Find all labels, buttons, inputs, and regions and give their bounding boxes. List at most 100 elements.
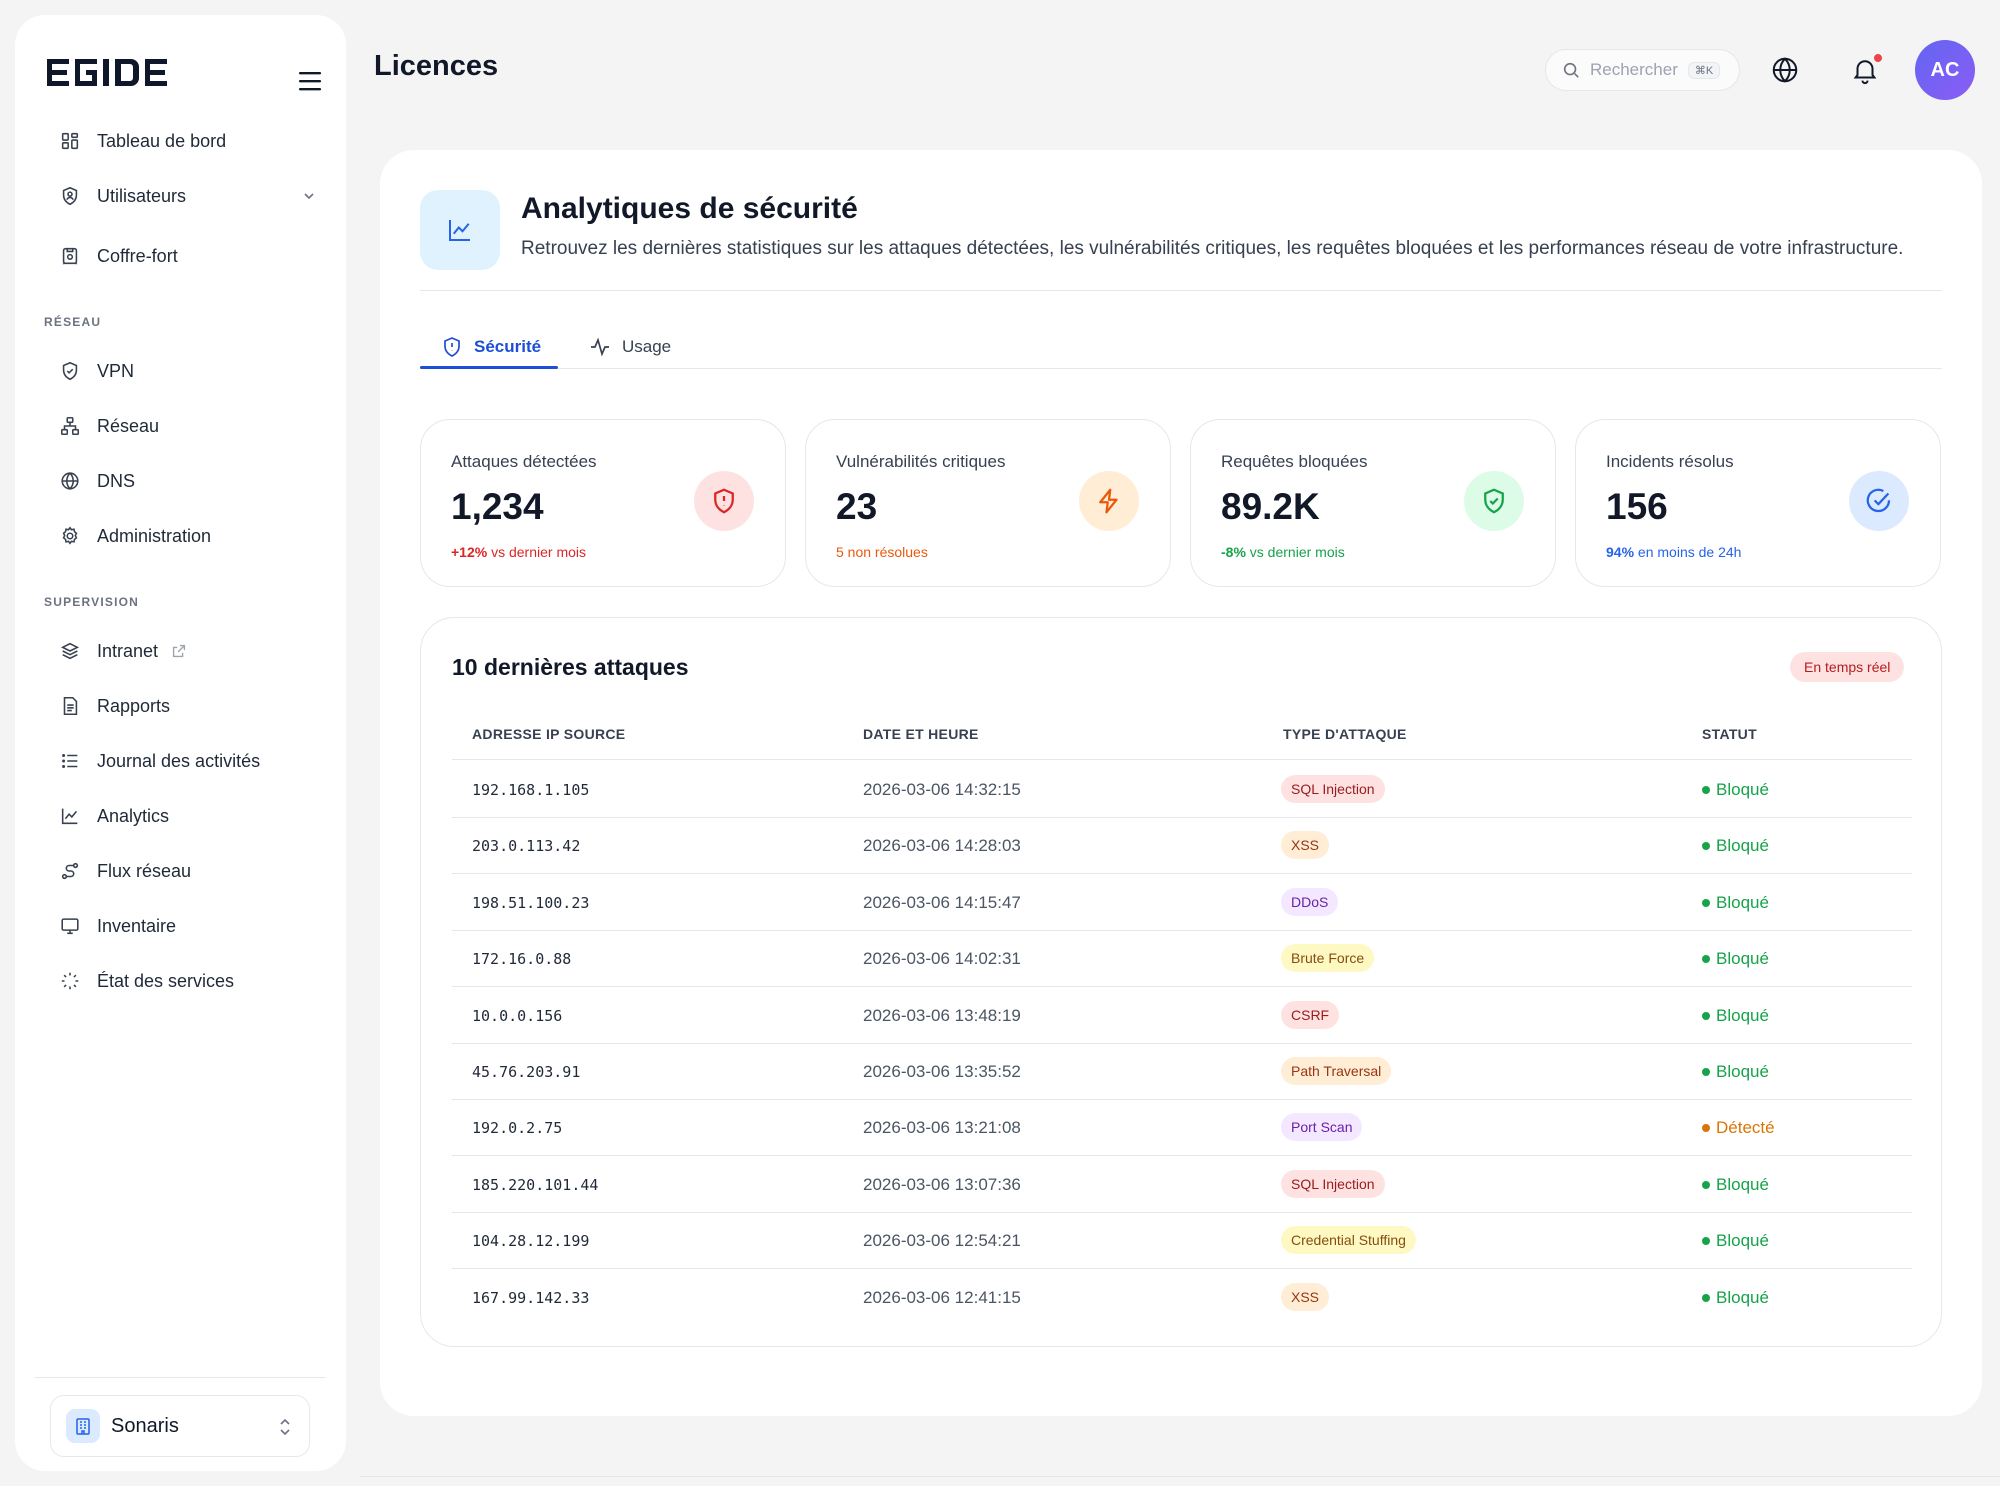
stat-label: Incidents résolus — [1606, 452, 1734, 471]
organization-switcher[interactable]: Sonaris — [50, 1395, 310, 1457]
attack-type-badge: SQL Injection — [1281, 775, 1385, 803]
sidebar-item-network-flow[interactable]: Flux réseau — [43, 849, 333, 893]
tab-security[interactable]: Sécurité — [440, 325, 541, 369]
stat-icon-badge — [1079, 471, 1139, 531]
live-badge: En temps réel — [1790, 652, 1905, 682]
table-row[interactable]: 198.51.100.23 2026-03-06 14:15:47 DDoS Bloq… — [452, 875, 1912, 931]
column-header-ip[interactable]: ADRESSE IP SOURCE — [472, 726, 625, 742]
sidebar-item-inventory[interactable]: Inventaire — [43, 904, 333, 948]
table-row[interactable]: 192.168.1.105 2026-03-06 14:32:15 SQL Inje… — [452, 762, 1912, 818]
attack-type-badge: XSS — [1281, 1282, 1330, 1311]
stat-delta: 94% en moins de 24h — [1606, 544, 1741, 560]
column-header-status[interactable]: STATUT — [1702, 726, 1757, 742]
attack-datetime: 2026-03-06 14:15:47 — [863, 892, 1021, 912]
sidebar-item-label: DNS — [97, 470, 136, 491]
sidebar-item-service-status[interactable]: État des services — [43, 959, 333, 1003]
table-row[interactable]: 203.0.113.42 2026-03-06 14:28:03 XSS Bloqué — [452, 818, 1912, 875]
source-ip: 198.51.100.23 — [472, 893, 590, 912]
sidebar-item-activity-log[interactable]: Journal des activités — [43, 739, 333, 783]
table-row[interactable]: 185.220.101.44 2026-03-06 13:07:36 SQL Inj… — [452, 1157, 1912, 1213]
status-label: Bloqué — [1716, 1005, 1769, 1025]
menu-toggle-button[interactable] — [296, 69, 326, 93]
status-label: Bloqué — [1716, 1287, 1769, 1307]
column-header-date[interactable]: DATE ET HEURE — [863, 726, 979, 742]
user-shield-icon — [62, 186, 78, 206]
source-ip: 203.0.113.42 — [472, 837, 581, 856]
sidebar-item-label: VPN — [97, 360, 135, 381]
stat-label: Vulnérabilités critiques — [836, 452, 1006, 471]
table-row[interactable]: 172.16.0.88 2026-03-06 14:02:31 Brute Forc… — [452, 931, 1912, 988]
sidebar-item-network[interactable]: Réseau — [43, 404, 333, 448]
attack-status: Bloqué — [1702, 1175, 1769, 1195]
sidebar-item-reports[interactable]: Rapports — [43, 684, 333, 728]
sidebar-item-dns[interactable]: DNS — [43, 459, 333, 503]
attack-datetime: 2026-03-06 12:41:15 — [863, 1287, 1021, 1307]
flow-icon — [61, 862, 79, 880]
sidebar-item-label: Utilisateurs — [97, 185, 187, 206]
external-link-icon — [172, 644, 186, 658]
stat-value: 23 — [836, 486, 878, 527]
gear-icon — [62, 526, 78, 545]
status-label: Bloqué — [1716, 836, 1769, 856]
sidebar-item-users[interactable]: Utilisateurs — [43, 174, 333, 218]
brand-logo[interactable] — [47, 53, 187, 103]
source-ip: 192.168.1.105 — [472, 781, 590, 799]
activity-icon — [591, 337, 609, 357]
user-avatar[interactable]: AC — [1915, 40, 1975, 100]
sidebar-item-vpn[interactable]: VPN — [43, 349, 333, 393]
sidebar-item-vault[interactable]: Coffre-fort — [43, 234, 333, 278]
tabs-divider — [420, 368, 1942, 369]
tab-usage[interactable]: Usage — [588, 325, 671, 369]
attack-status: Bloqué — [1702, 780, 1769, 800]
sidebar-item-administration[interactable]: Administration — [43, 514, 333, 558]
status-dot — [1702, 898, 1710, 907]
table-row[interactable]: 45.76.203.91 2026-03-06 13:35:52 Path Trav… — [452, 1044, 1912, 1100]
source-ip: 104.28.12.199 — [472, 1232, 590, 1251]
globe-icon — [61, 472, 79, 490]
layers-icon — [60, 642, 80, 660]
attack-datetime: 2026-03-06 14:32:15 — [863, 780, 1021, 799]
table-row[interactable]: 104.28.12.199 2026-03-06 12:54:21 Credenti… — [452, 1213, 1912, 1270]
attack-status: Bloqué — [1702, 1062, 1769, 1082]
tab-label: Usage — [622, 337, 672, 356]
table-row[interactable]: 10.0.0.156 2026-03-06 13:48:19 CSRF Bloqué — [452, 988, 1912, 1044]
source-ip: 172.16.0.88 — [472, 950, 572, 969]
sidebar-item-label: Flux réseau — [97, 860, 192, 881]
search-shortcut-badge: ⌘K — [1687, 61, 1721, 79]
sidebar-item-intranet[interactable]: Intranet — [43, 629, 333, 673]
sidebar-item-label: Administration — [97, 525, 212, 546]
sidebar-item-label: Journal des activités — [97, 750, 261, 771]
attack-type-badge: XSS — [1281, 831, 1330, 860]
table-row[interactable]: 192.0.2.75 2026-03-06 13:21:08 Port Scan Dé… — [452, 1100, 1912, 1157]
report-icon — [63, 696, 78, 716]
status-label: Bloqué — [1716, 1174, 1769, 1194]
stat-value: 89.2K — [1221, 486, 1320, 527]
table-title: 10 dernières attaques — [452, 654, 689, 680]
column-header-type[interactable]: TYPE D'ATTAQUE — [1283, 726, 1407, 742]
attack-type-badge: Brute Force — [1281, 944, 1375, 973]
dashboard-icon — [61, 132, 79, 150]
language-button[interactable] — [1765, 50, 1805, 90]
status-label: Bloqué — [1716, 949, 1769, 969]
sidebar-item-dashboard[interactable]: Tableau de bord — [43, 119, 333, 163]
stat-delta: -8% vs dernier mois — [1221, 544, 1345, 560]
page-title: Licences — [374, 50, 499, 82]
stat-label: Requêtes bloquées — [1221, 452, 1368, 471]
tab-label: Sécurité — [474, 337, 542, 356]
sidebar-item-label: État des services — [97, 970, 235, 991]
egide-logo-icon — [47, 59, 167, 86]
sidebar: Tableau de bord Utilisateurs Coffre-fort… — [15, 15, 346, 1471]
table-row[interactable]: 167.99.142.33 2026-03-06 12:41:15 XSS Bloqu… — [452, 1270, 1912, 1326]
stat-icon-badge — [694, 471, 754, 531]
sidebar-item-analytics[interactable]: Analytics — [43, 794, 333, 838]
attack-status: Bloqué — [1702, 1006, 1769, 1026]
attack-status: Bloqué — [1702, 893, 1769, 913]
search-input[interactable]: Rechercher ⌘K — [1545, 49, 1740, 91]
hamburger-icon — [299, 72, 321, 91]
stat-value: 156 — [1606, 486, 1668, 527]
status-dot — [1702, 842, 1710, 851]
stat-delta-text: 5 non résolues — [836, 544, 928, 560]
status-dot — [1702, 1124, 1710, 1133]
attack-type-badge: DDoS — [1281, 887, 1339, 916]
monitor-icon — [61, 918, 79, 935]
